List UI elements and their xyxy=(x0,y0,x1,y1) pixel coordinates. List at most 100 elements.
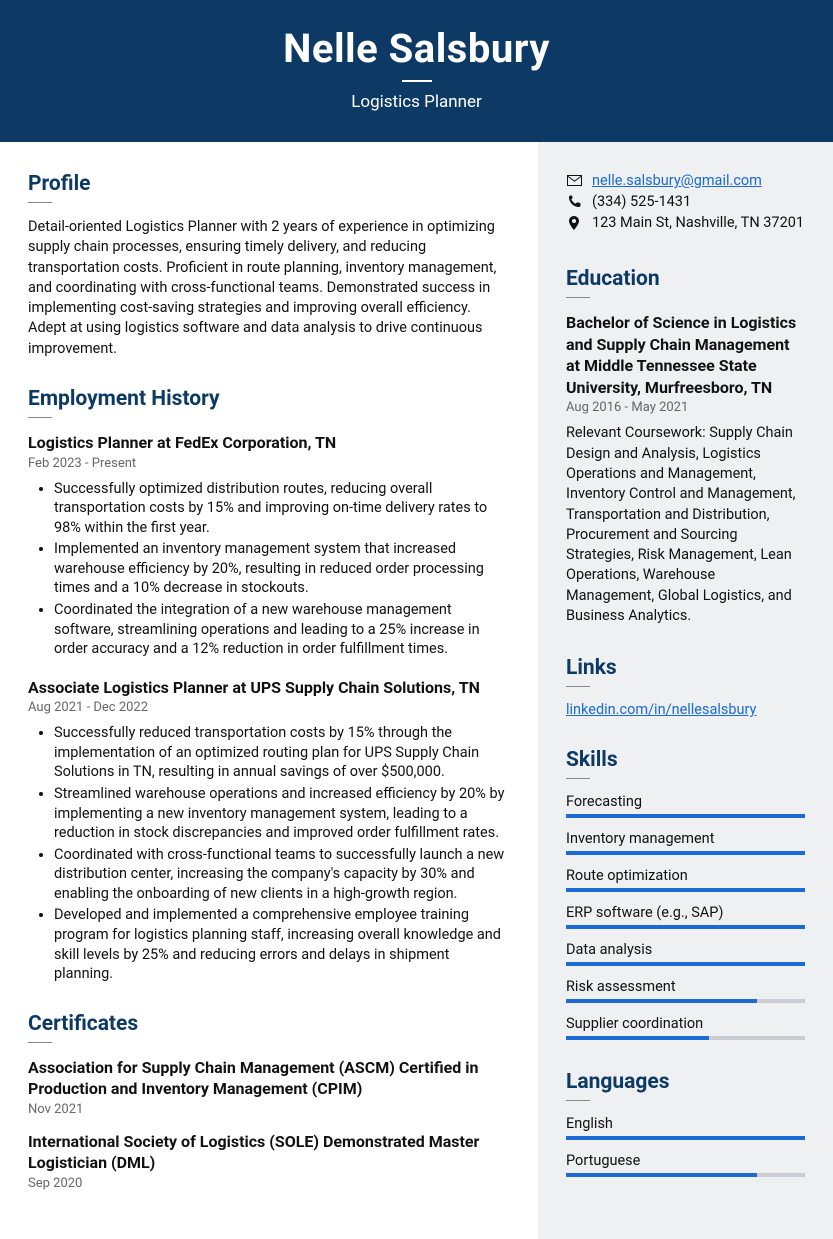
progress-bar xyxy=(566,999,805,1003)
body: Profile Detail-oriented Logistics Planne… xyxy=(0,142,833,1239)
contact-address-row: 123 Main St, Nashville, TN 37201 xyxy=(566,214,805,231)
contact-phone-row: (334) 525-1431 xyxy=(566,193,805,210)
skill-item: Inventory management xyxy=(566,830,805,855)
education-desc: Relevant Coursework: Supply Chain Design… xyxy=(566,423,805,626)
skill-name: Forecasting xyxy=(566,793,805,810)
progress-bar-fill xyxy=(566,1136,805,1140)
language-item: Portuguese xyxy=(566,1152,805,1177)
progress-bar-fill xyxy=(566,962,805,966)
contact-email-link[interactable]: nelle.salsbury@gmail.com xyxy=(592,172,762,189)
location-icon xyxy=(566,216,582,230)
job-bullets: Successfully optimized distribution rout… xyxy=(28,479,510,659)
skills-section: Skills Forecasting Inventory management Ro… xyxy=(566,748,805,1040)
phone-icon xyxy=(566,195,582,208)
section-rule xyxy=(566,1100,590,1101)
progress-bar-fill xyxy=(566,851,805,855)
skill-name: Route optimization xyxy=(566,867,805,884)
section-rule xyxy=(28,202,52,203)
languages-section: Languages English Portuguese xyxy=(566,1070,805,1177)
job-bullet: Coordinated the integration of a new war… xyxy=(54,600,510,659)
certificate-entry: International Society of Logistics (SOLE… xyxy=(28,1131,510,1191)
skill-name: Supplier coordination xyxy=(566,1015,805,1032)
certificate-entry: Association for Supply Chain Management … xyxy=(28,1057,510,1117)
contact-address: 123 Main St, Nashville, TN 37201 xyxy=(592,214,804,231)
job-date: Feb 2023 - Present xyxy=(28,456,510,471)
education-date: Aug 2016 - May 2021 xyxy=(566,400,805,415)
skill-item: Data analysis xyxy=(566,941,805,966)
language-item: English xyxy=(566,1115,805,1140)
progress-bar-fill xyxy=(566,1173,757,1177)
language-name: Portuguese xyxy=(566,1152,805,1169)
certificates-heading: Certificates xyxy=(28,1012,510,1036)
person-role: Logistics Planner xyxy=(20,92,813,112)
progress-bar-fill xyxy=(566,1036,709,1040)
progress-bar-fill xyxy=(566,814,805,818)
education-heading: Education xyxy=(566,267,805,291)
skill-name: Inventory management xyxy=(566,830,805,847)
job-bullet: Successfully reduced transportation cost… xyxy=(54,723,510,782)
contact-phone: (334) 525-1431 xyxy=(592,193,691,210)
main-column: Profile Detail-oriented Logistics Planne… xyxy=(0,142,538,1239)
progress-bar-fill xyxy=(566,999,757,1003)
links-heading: Links xyxy=(566,656,805,680)
job-date: Aug 2021 - Dec 2022 xyxy=(28,700,510,715)
progress-bar xyxy=(566,1173,805,1177)
education-title: Bachelor of Science in Logistics and Sup… xyxy=(566,312,805,398)
certificate-title: International Society of Logistics (SOLE… xyxy=(28,1131,510,1174)
employment-section: Employment History Logistics Planner at … xyxy=(28,387,510,984)
profile-section: Profile Detail-oriented Logistics Planne… xyxy=(28,172,510,359)
progress-bar xyxy=(566,888,805,892)
job-bullet: Developed and implemented a comprehensiv… xyxy=(54,905,510,983)
skill-item: ERP software (e.g., SAP) xyxy=(566,904,805,929)
job-bullets: Successfully reduced transportation cost… xyxy=(28,723,510,983)
skill-item: Forecasting xyxy=(566,793,805,818)
profile-heading: Profile xyxy=(28,172,510,196)
skill-name: Risk assessment xyxy=(566,978,805,995)
progress-bar xyxy=(566,851,805,855)
job-bullet: Implemented an inventory management syst… xyxy=(54,539,510,598)
header: Nelle Salsbury Logistics Planner xyxy=(0,0,833,142)
certificate-title: Association for Supply Chain Management … xyxy=(28,1057,510,1100)
job-title: Logistics Planner at FedEx Corporation, … xyxy=(28,432,510,454)
link-item: linkedin.com/in/nellesalsbury xyxy=(566,701,805,718)
section-rule xyxy=(566,778,590,779)
skills-heading: Skills xyxy=(566,748,805,772)
certificate-date: Nov 2021 xyxy=(28,1102,510,1117)
certificate-date: Sep 2020 xyxy=(28,1176,510,1191)
education-section: Education Bachelor of Science in Logisti… xyxy=(566,267,805,626)
sidebar-column: nelle.salsbury@gmail.com (334) 525-1431 … xyxy=(538,142,833,1239)
skill-name: Data analysis xyxy=(566,941,805,958)
progress-bar xyxy=(566,925,805,929)
progress-bar xyxy=(566,1136,805,1140)
skill-item: Supplier coordination xyxy=(566,1015,805,1040)
skill-name: ERP software (e.g., SAP) xyxy=(566,904,805,921)
job-entry: Associate Logistics Planner at UPS Suppl… xyxy=(28,677,510,984)
header-divider xyxy=(402,80,432,82)
progress-bar xyxy=(566,962,805,966)
job-entry: Logistics Planner at FedEx Corporation, … xyxy=(28,432,510,659)
profile-text: Detail-oriented Logistics Planner with 2… xyxy=(28,217,510,359)
person-name: Nelle Salsbury xyxy=(20,25,813,72)
job-title: Associate Logistics Planner at UPS Suppl… xyxy=(28,677,510,699)
contact-email-row: nelle.salsbury@gmail.com xyxy=(566,172,805,189)
job-bullet: Successfully optimized distribution rout… xyxy=(54,479,510,538)
progress-bar-fill xyxy=(566,888,805,892)
link-anchor[interactable]: linkedin.com/in/nellesalsbury xyxy=(566,701,756,718)
progress-bar xyxy=(566,814,805,818)
skill-item: Route optimization xyxy=(566,867,805,892)
language-name: English xyxy=(566,1115,805,1132)
job-bullet: Streamlined warehouse operations and inc… xyxy=(54,784,510,843)
skill-item: Risk assessment xyxy=(566,978,805,1003)
employment-heading: Employment History xyxy=(28,387,510,411)
section-rule xyxy=(566,297,590,298)
section-rule xyxy=(28,417,52,418)
email-icon xyxy=(566,175,582,186)
contact-section: nelle.salsbury@gmail.com (334) 525-1431 … xyxy=(566,172,805,231)
progress-bar-fill xyxy=(566,925,805,929)
certificates-section: Certificates Association for Supply Chai… xyxy=(28,1012,510,1191)
languages-heading: Languages xyxy=(566,1070,805,1094)
job-bullet: Coordinated with cross-functional teams … xyxy=(54,845,510,904)
links-section: Links linkedin.com/in/nellesalsbury xyxy=(566,656,805,718)
progress-bar xyxy=(566,1036,805,1040)
section-rule xyxy=(28,1042,52,1043)
